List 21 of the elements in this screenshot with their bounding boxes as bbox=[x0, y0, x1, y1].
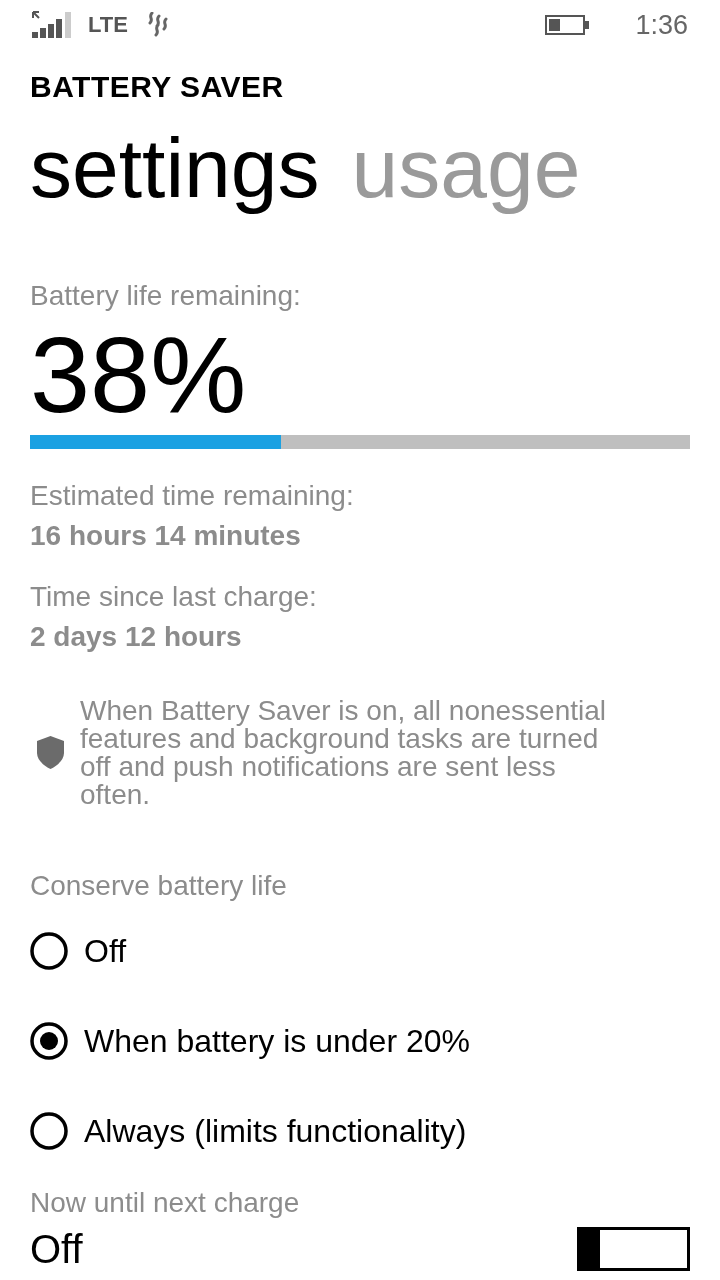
signal-strength-icon bbox=[32, 11, 72, 39]
shield-icon bbox=[37, 736, 64, 770]
section-label: Now until next charge bbox=[30, 1186, 301, 1220]
radio-option[interactable]: Off bbox=[30, 921, 127, 982]
info-text: When Battery Saver is on, all nonessential features and background tasks are turned off and push notifications are sent less often. bbox=[80, 696, 608, 809]
section-label: Conserve battery life bbox=[30, 868, 288, 903]
battery-icon bbox=[545, 15, 590, 35]
toggle-switch[interactable] bbox=[577, 1226, 690, 1271]
radio-option[interactable]: Always (limits functionality) bbox=[30, 1101, 467, 1162]
clock-time: 1:36 bbox=[635, 9, 688, 41]
stat-value: 2 days 12 hours bbox=[30, 619, 243, 654]
app-title: BATTERY SAVER bbox=[30, 69, 285, 105]
battery-percent: 38% bbox=[30, 319, 248, 432]
stat-value: 16 hours 14 minutes bbox=[30, 519, 302, 553]
pivot-tab[interactable]: settings bbox=[30, 120, 320, 217]
network-type: LTE bbox=[88, 12, 128, 38]
battery-life-label: Battery life remaining: bbox=[30, 278, 302, 313]
radio-option[interactable]: When battery is under 20% bbox=[30, 1011, 470, 1072]
stat-label: Estimated time remaining: bbox=[30, 479, 355, 513]
stat-label: Time since last charge: bbox=[30, 579, 318, 614]
toggle-state-text: Off bbox=[30, 1225, 83, 1273]
